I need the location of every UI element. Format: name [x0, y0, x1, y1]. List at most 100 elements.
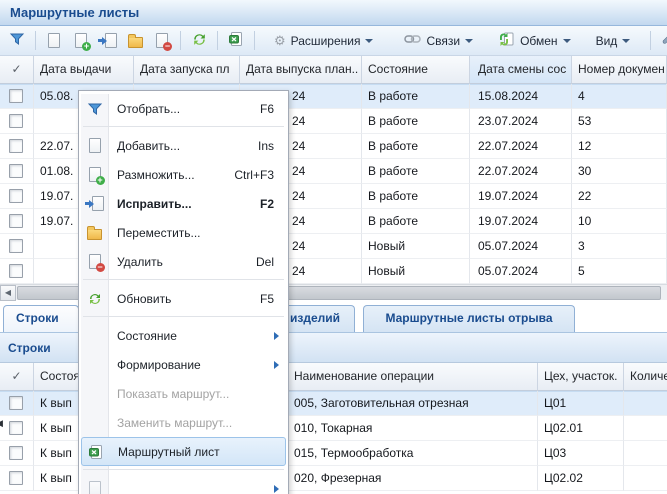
- wrench-icon: [661, 31, 667, 50]
- submenu-arrow-icon: [274, 332, 279, 340]
- column-header-plan-date[interactable]: Дата выпуска план..: [240, 56, 362, 84]
- state-cell: В работе: [362, 109, 470, 134]
- menu-item-add[interactable]: Добавить... Ins: [81, 131, 286, 160]
- links-menu-button[interactable]: Связи: [397, 29, 480, 53]
- extensions-menu-button[interactable]: ⚙ Расширения: [267, 29, 380, 53]
- excel-export-button[interactable]: [224, 29, 248, 53]
- column-header-doc-number[interactable]: Номер докумен: [572, 56, 667, 84]
- row-check-cell: [0, 209, 34, 234]
- select-all-header[interactable]: ✓: [0, 56, 34, 84]
- column-header-state-change-date[interactable]: Дата смены сос: [470, 56, 572, 84]
- context-menu: Отобрать... F6 Добавить... Ins Размножит…: [78, 90, 289, 494]
- folder-icon: [81, 226, 108, 240]
- select-all-header[interactable]: ✓: [0, 363, 34, 391]
- shop-cell: Ц03: [538, 441, 624, 466]
- chevron-down-icon: [622, 39, 630, 43]
- row-checkbox[interactable]: [9, 446, 23, 460]
- document-add-icon: [81, 167, 108, 182]
- toolbar: ⚙ Расширения Связи Обмен Вид: [0, 26, 667, 56]
- state-cell: В работе: [362, 134, 470, 159]
- submenu-arrow-icon: [274, 485, 279, 493]
- row-checkbox[interactable]: [9, 471, 23, 485]
- menu-item-replace-route: Заменить маршрут...: [81, 408, 286, 437]
- toolbar-separator: [217, 31, 218, 50]
- state-change-date-cell: 05.07.2024: [470, 259, 572, 284]
- row-checkbox[interactable]: [9, 214, 23, 228]
- tab-tear-off-sheets[interactable]: Маршрутные листы отрыва: [363, 305, 575, 332]
- exchange-menu-label: Обмен: [520, 34, 558, 48]
- menu-item-state[interactable]: Состояние: [81, 321, 286, 350]
- operation-cell: 010, Токарная: [288, 416, 538, 441]
- row-checkbox[interactable]: [9, 396, 23, 410]
- state-change-date-cell: 19.07.2024: [470, 184, 572, 209]
- row-checkbox[interactable]: [9, 164, 23, 178]
- menu-separator: [83, 279, 284, 280]
- row-checkbox[interactable]: [9, 89, 23, 103]
- menu-item-routing-sheet[interactable]: Маршрутный лист: [81, 437, 286, 466]
- row-check-cell: [0, 234, 34, 259]
- exchange-icon: [498, 31, 515, 50]
- shop-cell: Ц02.02: [538, 466, 624, 491]
- row-check-cell: [0, 134, 34, 159]
- duplicate-document-button[interactable]: [69, 29, 93, 53]
- quantity-cell: [624, 416, 667, 441]
- menu-shortcut: Ins: [258, 139, 286, 153]
- state-cell: В работе: [362, 184, 470, 209]
- menu-item-move[interactable]: Переместить...: [81, 218, 286, 247]
- menu-item-label: Отобрать...: [117, 102, 180, 116]
- row-checkbox[interactable]: [9, 139, 23, 153]
- menu-item-label: Переместить...: [117, 226, 201, 240]
- row-checkbox[interactable]: [9, 421, 23, 435]
- shop-cell: Ц02.01: [538, 416, 624, 441]
- row-checkbox[interactable]: [9, 114, 23, 128]
- menu-item-label: Удалить: [117, 255, 163, 269]
- scroll-left-icon: ◀: [5, 288, 11, 297]
- new-document-icon: [81, 138, 108, 153]
- menu-item-edit[interactable]: Исправить... F2: [81, 189, 286, 218]
- column-header-shop[interactable]: Цех, участок.: [538, 363, 624, 391]
- links-menu-label: Связи: [426, 34, 460, 48]
- menu-separator: [83, 126, 284, 127]
- menu-item-refresh[interactable]: Обновить F5: [81, 284, 286, 313]
- column-header-issue-date[interactable]: Дата выдачи: [34, 56, 134, 84]
- column-header-launch-date[interactable]: Дата запуска пл: [134, 56, 240, 84]
- state-cell: В работе: [362, 84, 470, 109]
- row-checkbox[interactable]: [9, 239, 23, 253]
- view-menu-label: Вид: [596, 34, 618, 48]
- row-checkbox[interactable]: [9, 264, 23, 278]
- doc-number-cell: 30: [572, 159, 667, 184]
- row-checkbox[interactable]: [9, 189, 23, 203]
- shop-cell: Ц01: [538, 391, 624, 416]
- hscroll-left-marker[interactable]: ◀: [0, 418, 6, 431]
- link-icon: [404, 33, 421, 48]
- move-button[interactable]: [123, 29, 147, 53]
- menu-item-label: Маршрутный лист: [118, 445, 220, 459]
- doc-number-cell: 5: [572, 259, 667, 284]
- menu-item-delete[interactable]: Удалить Del: [81, 247, 286, 276]
- menu-shortcut: Del: [256, 255, 286, 269]
- delete-document-button[interactable]: [150, 29, 174, 53]
- refresh-button[interactable]: [187, 29, 211, 53]
- row-check-cell: [0, 259, 34, 284]
- new-document-button[interactable]: [42, 29, 66, 53]
- view-menu-button[interactable]: Вид: [589, 29, 638, 53]
- menu-shortcut: F6: [260, 102, 286, 116]
- column-header-operation[interactable]: Наименование операции: [288, 363, 538, 391]
- menu-item-formation[interactable]: Формирование: [81, 350, 286, 379]
- scroll-left-button[interactable]: ◀: [0, 285, 16, 301]
- filter-button[interactable]: [5, 29, 29, 53]
- toolbar-separator: [254, 31, 255, 50]
- menu-item-partial[interactable]: [81, 474, 286, 494]
- exchange-menu-button[interactable]: Обмен: [491, 29, 578, 53]
- menu-item-label: Формирование: [117, 358, 201, 372]
- column-header-state[interactable]: Состояние: [362, 56, 470, 84]
- toolbar-separator: [650, 31, 651, 50]
- settings-wrench-button[interactable]: [657, 29, 667, 53]
- menu-item-duplicate[interactable]: Размножить... Ctrl+F3: [81, 160, 286, 189]
- edit-document-button[interactable]: [96, 29, 120, 53]
- column-header-quantity[interactable]: Количество: [624, 363, 667, 391]
- state-change-date-cell: 19.07.2024: [470, 209, 572, 234]
- menu-separator: [83, 316, 284, 317]
- menu-item-filter[interactable]: Отобрать... F6: [81, 94, 286, 123]
- tab-lines[interactable]: Строки: [3, 305, 79, 332]
